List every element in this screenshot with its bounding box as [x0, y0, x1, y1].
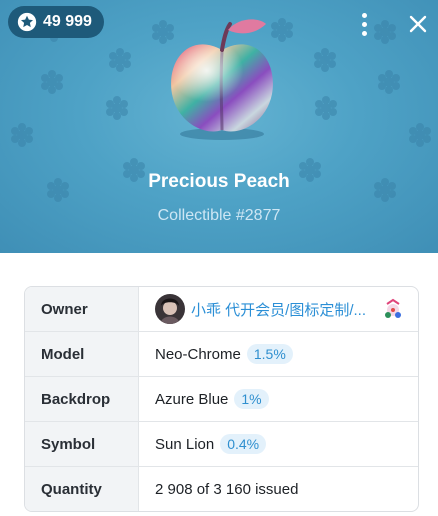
owner-row: Owner 小乖 代开会员/图标定制/...	[25, 287, 418, 332]
star-icon	[17, 12, 37, 32]
backdrop-value: Azure Blue	[155, 390, 229, 408]
backdrop-label: Backdrop	[25, 377, 139, 421]
more-vertical-icon	[361, 12, 367, 18]
backdrop-rarity-badge[interactable]: 1%	[234, 389, 269, 409]
owner-value[interactable]: 小乖 代开会员/图标定制/...	[139, 287, 418, 331]
quantity-value: 2 908 of 3 160 issued	[155, 480, 299, 498]
gift-title: Precious Peach	[148, 171, 290, 192]
stars-balance-pill[interactable]: 49 999	[8, 6, 104, 38]
gift-collectible-number: Collectible #2877	[157, 207, 281, 224]
symbol-row: Symbol Sun Lion 0.4%	[25, 422, 418, 467]
gift-header: 49 999 Precious Peach Collectible #2877	[0, 0, 438, 253]
gift-details-table: Owner 小乖 代开会员/图标定制/... Model Neo-Chrome …	[24, 286, 419, 512]
backdrop-row: Backdrop Azure Blue 1%	[25, 377, 418, 422]
model-rarity-badge[interactable]: 1.5%	[246, 344, 293, 364]
stars-balance-value: 49 999	[43, 13, 92, 30]
symbol-value-cell: Sun Lion 0.4%	[139, 422, 418, 466]
symbol-label: Symbol	[25, 422, 139, 466]
close-button[interactable]	[404, 10, 432, 38]
symbol-rarity-badge[interactable]: 0.4%	[220, 434, 267, 454]
quantity-value-cell: 2 908 of 3 160 issued	[139, 467, 418, 511]
close-icon	[409, 15, 427, 33]
model-row: Model Neo-Chrome 1.5%	[25, 332, 418, 377]
backdrop-value-cell: Azure Blue 1%	[139, 377, 418, 421]
model-label: Model	[25, 332, 139, 376]
more-options-button[interactable]	[352, 10, 376, 38]
quantity-label: Quantity	[25, 467, 139, 511]
gift-image-peach	[171, 19, 273, 140]
quantity-row: Quantity 2 908 of 3 160 issued	[25, 467, 418, 511]
owner-emoji-status-icon	[385, 298, 401, 318]
owner-avatar	[155, 294, 185, 324]
model-value: Neo-Chrome	[155, 345, 241, 363]
owner-name-link[interactable]: 小乖 代开会员/图标定制/...	[191, 299, 366, 320]
owner-label: Owner	[25, 287, 139, 331]
model-value-cell: Neo-Chrome 1.5%	[139, 332, 418, 376]
symbol-value: Sun Lion	[155, 435, 215, 453]
